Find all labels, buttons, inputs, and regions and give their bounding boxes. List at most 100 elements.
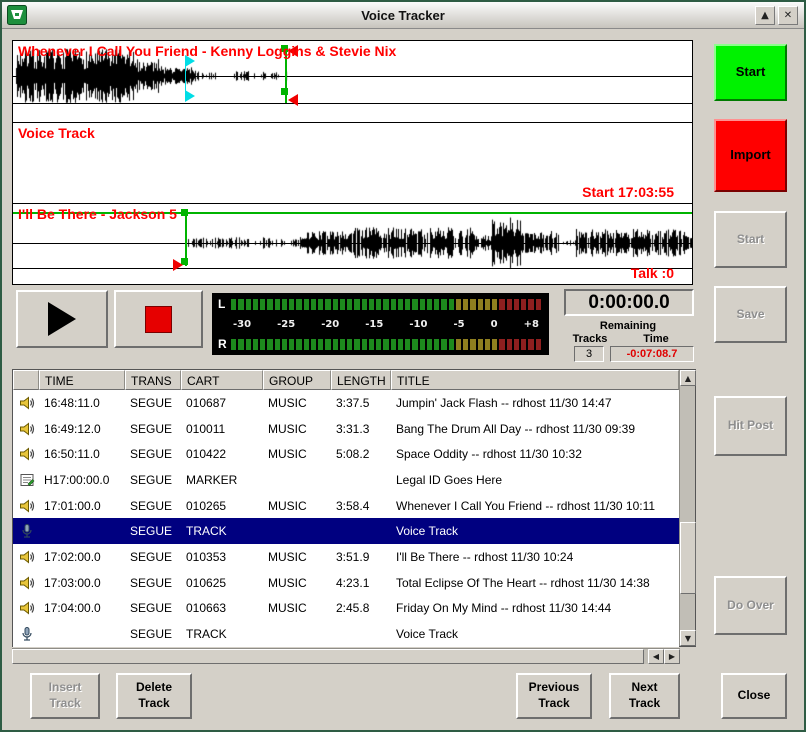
log-row[interactable]: H17:00:00.0 SEGUE MARKER Legal ID Goes H… <box>13 467 679 493</box>
play-button[interactable] <box>16 290 108 348</box>
start-button-1[interactable]: Start <box>714 44 787 101</box>
cell-trans: SEGUE <box>125 576 181 590</box>
titlebar: Voice Tracker ▲ ✕ <box>2 2 804 29</box>
voicetrack-start-time: Start 17:03:55 <box>582 184 674 200</box>
scroll-down-icon[interactable]: ▼ <box>680 630 696 646</box>
column-length[interactable]: LENGTH <box>331 370 391 390</box>
cell-title: Total Eclipse Of The Heart -- rdhost 11/… <box>391 576 679 590</box>
column-trans[interactable]: TRANS <box>125 370 181 390</box>
meter-tick: -20 <box>321 319 339 330</box>
cell-group: MUSIC <box>263 550 331 564</box>
marker-handle-top[interactable] <box>181 209 188 216</box>
cell-time: 16:48:11.0 <box>39 396 125 410</box>
cell-cart: TRACK <box>181 627 263 641</box>
stop-icon <box>145 306 172 333</box>
maximize-icon: ▲ <box>761 10 769 21</box>
cell-group: MUSIC <box>263 422 331 436</box>
microphone-icon <box>19 523 35 539</box>
horizontal-scrollbar[interactable]: ◀ ▶ <box>12 648 680 664</box>
meter-tick: -30 <box>233 319 251 330</box>
log-row[interactable]: 17:04:00.0 SEGUE 010663 MUSIC 2:45.8 Fri… <box>13 596 679 622</box>
close-icon: ✕ <box>784 10 792 21</box>
column-time[interactable]: TIME <box>39 370 125 390</box>
maximize-button[interactable]: ▲ <box>755 6 775 25</box>
cell-length: 5:08.2 <box>331 447 391 461</box>
log-row[interactable]: 17:02:00.0 SEGUE 010353 MUSIC 3:51.9 I'l… <box>13 544 679 570</box>
column-icon <box>13 370 39 390</box>
scroll-up-icon[interactable]: ▲ <box>680 370 696 386</box>
import-button[interactable]: Import <box>714 119 787 192</box>
cell-time: 16:49:12.0 <box>39 422 125 436</box>
previous-track-button[interactable]: Previous Track <box>516 673 592 719</box>
window-title: Voice Tracker <box>2 8 804 23</box>
scroll-left-icon[interactable]: ◀ <box>648 649 664 664</box>
speaker-icon <box>19 549 35 565</box>
log-row[interactable]: SEGUE TRACK Voice Track <box>13 621 679 647</box>
cell-cart: 010625 <box>181 576 263 590</box>
vertical-scroll-thumb[interactable] <box>680 522 696 594</box>
meter-tick: -15 <box>365 319 383 330</box>
log-row[interactable]: 17:03:00.0 SEGUE 010625 MUSIC 4:23.1 Tot… <box>13 570 679 596</box>
cell-trans: SEGUE <box>125 396 181 410</box>
cell-trans: SEGUE <box>125 524 181 538</box>
log-row[interactable]: 16:48:11.0 SEGUE 010687 MUSIC 3:37.5 Jum… <box>13 390 679 416</box>
cell-group: MUSIC <box>263 447 331 461</box>
column-cart[interactable]: CART <box>181 370 263 390</box>
close-button[interactable]: Close <box>721 673 787 719</box>
marker-handle-bottom[interactable] <box>281 88 288 95</box>
delete-track-button[interactable]: Delete Track <box>116 673 192 719</box>
cell-time: 17:01:00.0 <box>39 499 125 513</box>
meter-tick: +8 <box>524 319 539 330</box>
close-window-button[interactable]: ✕ <box>778 6 798 25</box>
meter-left-label: L <box>218 297 231 311</box>
cell-time: 17:04:00.0 <box>39 601 125 615</box>
segue-end-marker-icon[interactable] <box>185 90 195 102</box>
remaining-time-value: -0:07:08.7 <box>610 346 694 362</box>
cell-title: Jumpin' Jack Flash -- rdhost 11/30 14:47 <box>391 396 679 410</box>
log-row[interactable]: 16:50:11.0 SEGUE 010422 MUSIC 5:08.2 Spa… <box>13 441 679 467</box>
log-row[interactable]: 17:01:00.0 SEGUE 010265 MUSIC 3:58.4 Whe… <box>13 493 679 519</box>
track1-title: Whenever I Call You Friend - Kenny Loggi… <box>18 43 396 59</box>
microphone-icon <box>19 626 35 642</box>
waveform-panel-voicetrack[interactable]: Voice Track Start 17:03:55 <box>13 122 692 203</box>
cell-trans: SEGUE <box>125 499 181 513</box>
track2-talk-time: Talk :0 <box>631 265 674 281</box>
speaker-icon <box>19 600 35 616</box>
audio-meter: L -30-25-20-15-10-50+8 R <box>212 293 549 355</box>
waveform-panel-track1[interactable]: Whenever I Call You Friend - Kenny Loggi… <box>13 41 692 122</box>
cell-cart: 010687 <box>181 396 263 410</box>
log-row-selected[interactable]: SEGUE TRACK Voice Track <box>13 518 679 544</box>
hit-post-button: Hit Post <box>714 396 787 456</box>
speaker-icon <box>19 575 35 591</box>
scroll-right-icon[interactable]: ▶ <box>664 649 680 664</box>
column-title[interactable]: TITLE <box>391 370 679 390</box>
next-track-button[interactable]: Next Track <box>609 673 680 719</box>
remaining-tracks-value: 3 <box>574 346 604 362</box>
waveform-panel-track2[interactable]: I'll Be There - Jackson 5 Talk :0 <box>13 203 692 284</box>
elapsed-time-display: 0:00:00.0 <box>564 289 694 316</box>
remaining-label: Remaining <box>558 320 698 332</box>
cell-time: H17:00:00.0 <box>39 473 125 487</box>
cell-trans: SEGUE <box>125 447 181 461</box>
stop-button[interactable] <box>114 290 203 348</box>
cell-trans: SEGUE <box>125 627 181 641</box>
vertical-scrollbar[interactable]: ▲ ▼ <box>679 370 695 646</box>
log-table: TIME TRANS CART GROUP LENGTH TITLE 16:48… <box>12 369 696 647</box>
do-over-button: Do Over <box>714 576 787 635</box>
speaker-icon <box>19 446 35 462</box>
cell-cart: 010353 <box>181 550 263 564</box>
fade-marker-bottom-icon[interactable] <box>288 94 298 106</box>
horizontal-scroll-thumb[interactable] <box>12 649 644 664</box>
cell-length: 4:23.1 <box>331 576 391 590</box>
scrollbar-corner <box>680 648 696 664</box>
cell-length: 3:37.5 <box>331 396 391 410</box>
log-row[interactable]: 16:49:12.0 SEGUE 010011 MUSIC 3:31.3 Ban… <box>13 416 679 442</box>
save-button: Save <box>714 286 787 343</box>
cell-trans: SEGUE <box>125 422 181 436</box>
meter-scale: -30-25-20-15-10-50+8 <box>218 318 541 331</box>
track2-title: I'll Be There - Jackson 5 <box>18 206 177 222</box>
fade-marker-icon[interactable] <box>173 259 183 271</box>
panel-divider-line <box>13 268 692 269</box>
column-group[interactable]: GROUP <box>263 370 331 390</box>
meter-tick: 0 <box>491 319 498 330</box>
